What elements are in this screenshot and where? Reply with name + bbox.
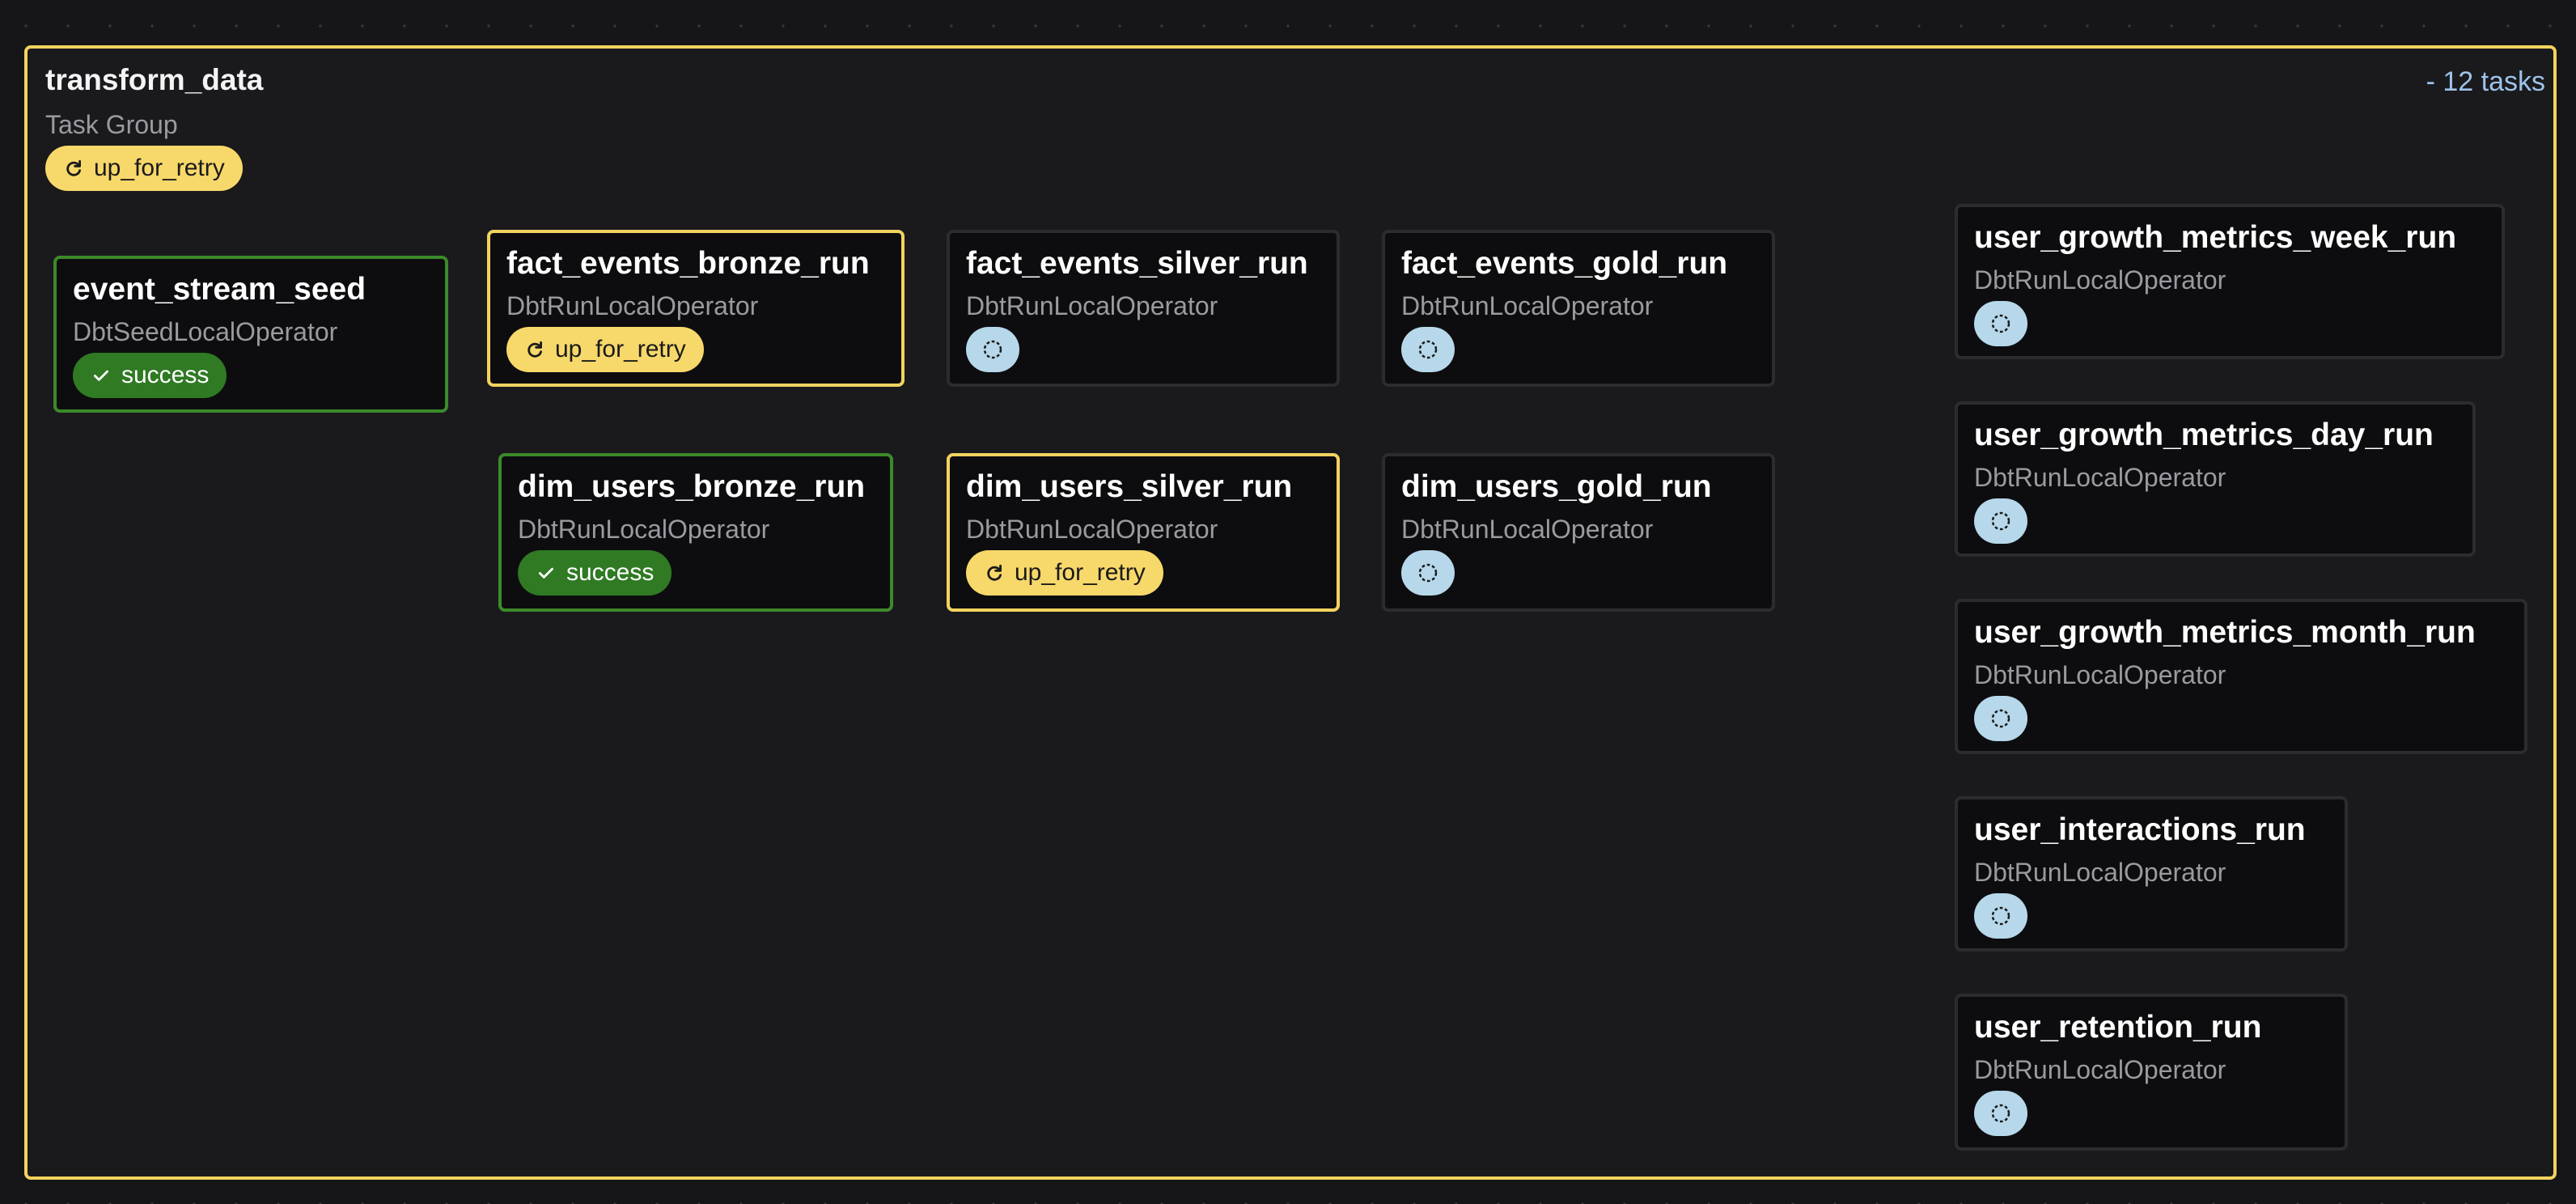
task-node-dim-users-silver-run[interactable]: dim_users_silver_run DbtRunLocalOperator… — [947, 453, 1340, 612]
task-group-title: transform_data — [45, 63, 264, 96]
no-status-icon — [1991, 906, 2010, 926]
task-node-operator: DbtRunLocalOperator — [1974, 265, 2226, 295]
task-state-label: success — [121, 362, 210, 388]
task-state-label: up_for_retry — [1015, 559, 1146, 586]
no-status-icon — [1991, 709, 2010, 728]
task-state-badge: success — [518, 550, 672, 596]
task-state-label: up_for_retry — [555, 336, 686, 362]
task-node-operator: DbtRunLocalOperator — [1974, 858, 2226, 887]
task-state-badge — [1974, 1091, 2027, 1136]
retry-icon — [527, 341, 542, 358]
task-state-badge — [1974, 696, 2027, 741]
no-status-icon — [1991, 511, 2010, 531]
task-node-title: fact_events_bronze_run — [506, 246, 870, 281]
task-node-title: user_interactions_run — [1974, 812, 2306, 847]
retry-icon — [66, 159, 81, 176]
task-node-title: user_growth_metrics_month_run — [1974, 615, 2476, 650]
task-node-title: user_retention_run — [1974, 1010, 2262, 1045]
task-node-title: fact_events_silver_run — [966, 246, 1308, 281]
no-status-icon — [1991, 1104, 2010, 1123]
task-node-dim-users-gold-run[interactable]: dim_users_gold_run DbtRunLocalOperator — [1382, 453, 1775, 612]
task-state-badge — [1974, 498, 2027, 544]
task-group-subtitle: Task Group — [45, 110, 178, 139]
check-icon — [94, 370, 108, 381]
task-state-badge — [966, 327, 1019, 372]
task-node-title: dim_users_gold_run — [1401, 469, 1712, 504]
task-node-operator: DbtRunLocalOperator — [518, 515, 770, 544]
check-icon — [539, 567, 553, 579]
task-node-operator: DbtRunLocalOperator — [1974, 1055, 2226, 1084]
task-node-title: dim_users_silver_run — [966, 469, 1293, 504]
task-node-user-interactions-run[interactable]: user_interactions_run DbtRunLocalOperato… — [1955, 796, 2348, 952]
task-state-badge — [1974, 301, 2027, 346]
task-state-badge — [1401, 327, 1455, 372]
task-state-badge: up_for_retry — [966, 550, 1163, 596]
task-node-operator: DbtRunLocalOperator — [1974, 463, 2226, 492]
task-node-dim-users-bronze-run[interactable]: dim_users_bronze_run DbtRunLocalOperator… — [498, 453, 893, 612]
no-status-icon — [1418, 563, 1438, 583]
task-node-user-growth-metrics-month-run[interactable]: user_growth_metrics_month_run DbtRunLoca… — [1955, 599, 2527, 754]
task-node-title: user_growth_metrics_day_run — [1974, 418, 2434, 452]
task-node-event-stream-seed[interactable]: event_stream_seed DbtSeedLocalOperator s… — [53, 256, 448, 413]
task-node-fact-events-silver-run[interactable]: fact_events_silver_run DbtRunLocalOperat… — [947, 230, 1340, 387]
no-status-icon — [983, 340, 1002, 359]
task-node-fact-events-gold-run[interactable]: fact_events_gold_run DbtRunLocalOperator — [1382, 230, 1775, 387]
task-group-state-badge: up_for_retry — [45, 146, 243, 191]
retry-icon — [987, 564, 1002, 581]
task-node-operator: DbtRunLocalOperator — [1401, 515, 1654, 544]
task-state-label: success — [566, 559, 655, 586]
task-group-task-count[interactable]: - 12 tasks — [2426, 66, 2545, 98]
task-group-state-label: up_for_retry — [94, 155, 225, 181]
task-node-title: event_stream_seed — [73, 272, 366, 307]
task-node-operator: DbtRunLocalOperator — [506, 291, 759, 320]
task-node-operator: DbtRunLocalOperator — [1401, 291, 1654, 320]
task-node-operator: DbtRunLocalOperator — [966, 515, 1218, 544]
task-node-title: fact_events_gold_run — [1401, 246, 1728, 281]
task-node-user-retention-run[interactable]: user_retention_run DbtRunLocalOperator — [1955, 994, 2348, 1151]
task-node-fact-events-bronze-run[interactable]: fact_events_bronze_run DbtRunLocalOperat… — [487, 230, 905, 387]
task-node-title: dim_users_bronze_run — [518, 469, 866, 504]
task-state-badge — [1974, 893, 2027, 939]
task-node-operator: DbtRunLocalOperator — [966, 291, 1218, 320]
no-status-icon — [1991, 314, 2010, 333]
task-state-badge: success — [73, 353, 227, 398]
task-node-user-growth-metrics-week-run[interactable]: user_growth_metrics_week_run DbtRunLocal… — [1955, 204, 2505, 359]
task-state-badge: up_for_retry — [506, 327, 704, 372]
task-node-user-growth-metrics-day-run[interactable]: user_growth_metrics_day_run DbtRunLocalO… — [1955, 401, 2476, 557]
task-node-operator: DbtRunLocalOperator — [1974, 660, 2226, 689]
task-node-title: user_growth_metrics_week_run — [1974, 220, 2457, 255]
task-state-badge — [1401, 550, 1455, 596]
no-status-icon — [1418, 340, 1438, 359]
task-node-operator: DbtSeedLocalOperator — [73, 317, 338, 346]
